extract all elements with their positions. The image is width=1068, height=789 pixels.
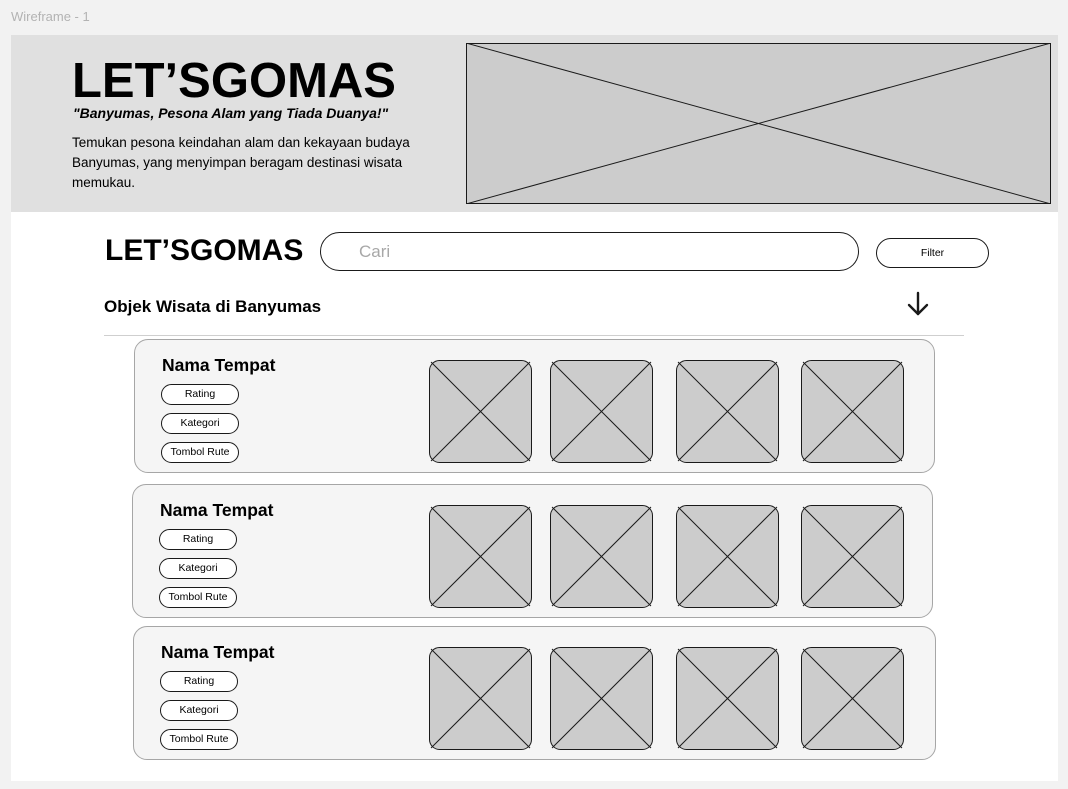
- category-button[interactable]: Kategori: [161, 413, 239, 434]
- hero-description: Temukan pesona keindahan alam dan kekaya…: [72, 135, 410, 190]
- arrow-down-icon[interactable]: [907, 291, 929, 317]
- place-name: Nama Tempat: [161, 642, 275, 662]
- section-title: Objek Wisata di Banyumas: [104, 297, 322, 316]
- rating-button[interactable]: Rating: [161, 384, 239, 405]
- image-placeholder-icon: [676, 360, 779, 463]
- route-button[interactable]: Tombol Rute: [160, 729, 238, 750]
- image-placeholder-icon: [550, 505, 653, 608]
- image-placeholder-icon: [676, 647, 779, 750]
- category-button[interactable]: Kategori: [160, 700, 238, 721]
- brand-logo: LET’SGOMAS: [105, 234, 304, 267]
- wireframe-frame: LET’SGOMAS "Banyumas, Pesona Alam yang T…: [11, 35, 1058, 781]
- rating-button[interactable]: Rating: [159, 529, 237, 550]
- place-name: Nama Tempat: [160, 500, 274, 520]
- image-placeholder-icon: [429, 360, 532, 463]
- hero-title: LET’SGOMAS: [72, 54, 396, 108]
- route-button[interactable]: Tombol Rute: [161, 442, 239, 463]
- rating-button[interactable]: Rating: [160, 671, 238, 692]
- category-button[interactable]: Kategori: [159, 558, 237, 579]
- route-button[interactable]: Tombol Rute: [159, 587, 237, 608]
- place-card[interactable]: Nama Tempat Rating Kategori Tombol Rute: [133, 626, 936, 760]
- image-placeholder-icon: [676, 505, 779, 608]
- image-placeholder-icon: [550, 647, 653, 750]
- image-placeholder-icon: [466, 43, 1051, 204]
- image-placeholder-icon: [801, 505, 904, 608]
- place-card[interactable]: Nama Tempat Rating Kategori Tombol Rute: [134, 339, 935, 473]
- place-card[interactable]: Nama Tempat Rating Kategori Tombol Rute: [132, 484, 933, 618]
- image-placeholder-icon: [801, 360, 904, 463]
- frame-label: Wireframe - 1: [11, 9, 90, 24]
- image-placeholder-icon: [429, 505, 532, 608]
- image-placeholder-icon: [550, 360, 653, 463]
- search-input[interactable]: [320, 232, 859, 271]
- hero-section: LET’SGOMAS "Banyumas, Pesona Alam yang T…: [11, 35, 1058, 212]
- hero-tagline: "Banyumas, Pesona Alam yang Tiada Duanya…: [73, 105, 389, 121]
- image-placeholder-icon: [801, 647, 904, 750]
- section-divider: [104, 335, 964, 336]
- place-name: Nama Tempat: [162, 355, 276, 375]
- filter-button[interactable]: Filter: [876, 238, 989, 268]
- image-placeholder-icon: [429, 647, 532, 750]
